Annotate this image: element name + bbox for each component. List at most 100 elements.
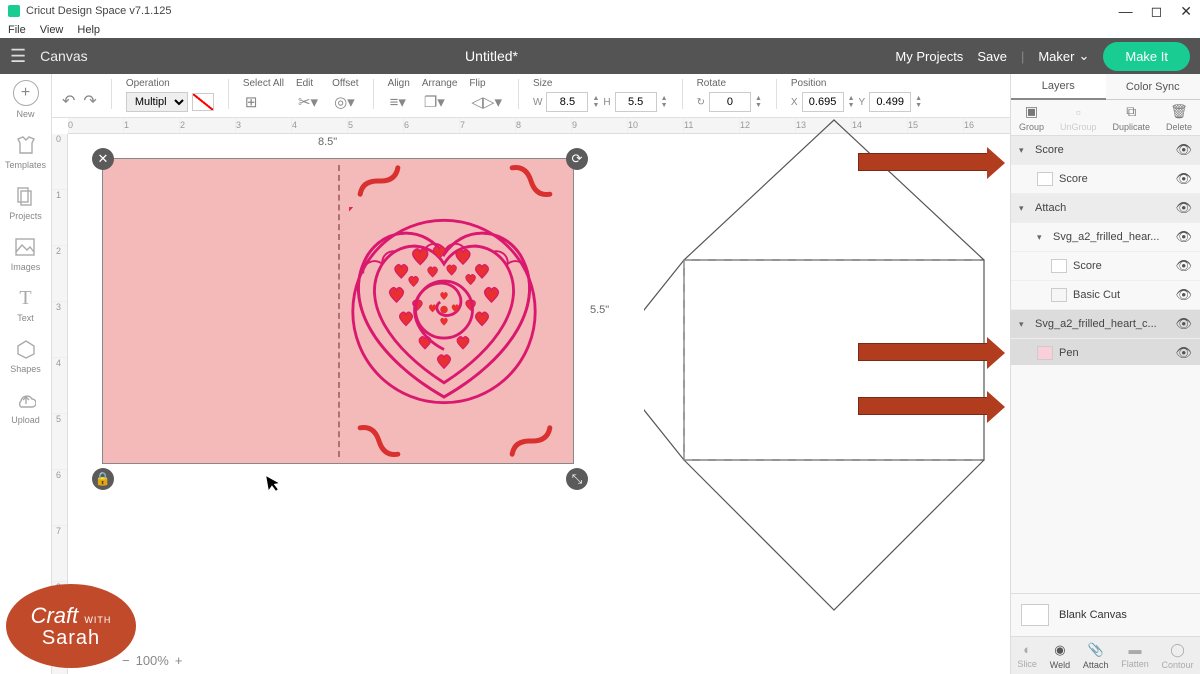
edit-button[interactable]: ✂▾: [296, 93, 320, 111]
card-object[interactable]: [102, 158, 574, 464]
close-button[interactable]: ✕: [1180, 3, 1192, 20]
menu-file[interactable]: File: [8, 24, 26, 36]
slice-button[interactable]: ◐Slice: [1017, 642, 1037, 669]
visibility-icon[interactable]: 👁: [1175, 142, 1192, 158]
property-bar: ↶ ↷ Operation Multiple Select All⊞ Edit✂…: [52, 74, 1010, 118]
visibility-icon[interactable]: 👁: [1175, 345, 1192, 361]
visibility-icon[interactable]: 👁: [1175, 258, 1192, 274]
images-icon: [13, 235, 37, 259]
minimize-button[interactable]: —: [1119, 3, 1133, 20]
rotate-handle[interactable]: ⟳: [566, 148, 588, 170]
machine-selector[interactable]: Maker⌄: [1038, 48, 1089, 64]
ruler-tick: 0: [56, 134, 61, 144]
rail-templates[interactable]: Templates: [5, 133, 46, 170]
duplicate-button[interactable]: ⧉Duplicate: [1112, 103, 1150, 132]
height-input[interactable]: [615, 92, 657, 112]
layer-row[interactable]: ▾Svg_a2_frilled_heart_c...👁: [1011, 310, 1200, 339]
rail-text[interactable]: TText: [14, 286, 38, 323]
layer-name: Basic Cut: [1073, 289, 1169, 301]
make-it-button[interactable]: Make It: [1103, 42, 1190, 71]
menu-help[interactable]: Help: [77, 24, 100, 36]
app-title: Cricut Design Space v7.1.125: [26, 5, 1119, 17]
my-projects-link[interactable]: My Projects: [895, 49, 963, 64]
hamburger-icon[interactable]: ☰: [10, 46, 26, 67]
rail-shapes[interactable]: Shapes: [10, 337, 41, 374]
save-link[interactable]: Save: [977, 49, 1007, 64]
heart-artwork[interactable]: [349, 207, 539, 407]
annotation-arrow: [858, 153, 988, 171]
annotation-arrow: [858, 397, 988, 415]
group-button[interactable]: ▣Group: [1019, 103, 1044, 132]
zoom-in-icon[interactable]: +: [175, 653, 183, 668]
layer-swatch: [1037, 172, 1053, 186]
visibility-icon[interactable]: 👁: [1175, 200, 1192, 216]
layer-row[interactable]: Pen👁: [1011, 339, 1200, 365]
chevron-down-icon: ▾: [1019, 145, 1029, 156]
canvas-area[interactable]: 012345678910111213141516 0123456789 8.5"…: [52, 118, 1010, 674]
maximize-button[interactable]: ◻: [1151, 3, 1163, 20]
operation-select[interactable]: Multiple: [126, 92, 188, 112]
rail-images[interactable]: Images: [11, 235, 41, 272]
redo-button[interactable]: ↷: [83, 91, 96, 111]
flip-button[interactable]: ◁▷▾: [469, 93, 504, 111]
rail-projects[interactable]: Projects: [9, 184, 42, 221]
delete-handle[interactable]: ✕: [92, 148, 114, 170]
layer-name: Svg_a2_frilled_heart_c...: [1035, 318, 1169, 330]
ruler-tick: 6: [56, 470, 61, 480]
rail-new[interactable]: +New: [13, 80, 39, 119]
undo-button[interactable]: ↶: [62, 91, 75, 111]
ruler-tick: 1: [124, 120, 129, 130]
contour-button[interactable]: ◯Contour: [1162, 642, 1194, 670]
slice-icon: ◐: [1023, 642, 1031, 657]
visibility-icon[interactable]: 👁: [1175, 287, 1192, 303]
lock-handle[interactable]: 🔒: [92, 468, 114, 490]
zoom-out-icon[interactable]: −: [122, 653, 130, 668]
layer-row[interactable]: Score 👁: [1011, 252, 1200, 281]
tab-color-sync[interactable]: Color Sync: [1106, 74, 1200, 100]
offset-button[interactable]: ◎▾: [332, 93, 357, 111]
arrange-button[interactable]: ❐▾: [422, 93, 447, 111]
color-swatch[interactable]: [192, 93, 214, 111]
text-icon: T: [14, 286, 38, 310]
mouse-cursor-icon: [265, 473, 283, 498]
weld-button[interactable]: ◉Weld: [1050, 642, 1070, 670]
attach-button[interactable]: 📎Attach: [1083, 642, 1109, 670]
menu-view[interactable]: View: [40, 24, 64, 36]
visibility-icon[interactable]: 👁: [1175, 171, 1192, 187]
menu-bar: File View Help: [0, 22, 1200, 38]
layer-row[interactable]: ▾Svg_a2_frilled_hear...👁: [1011, 223, 1200, 252]
visibility-icon[interactable]: 👁: [1175, 229, 1192, 245]
chevron-down-icon: ▾: [1019, 203, 1029, 214]
select-all-button[interactable]: ⊞: [243, 93, 260, 111]
corner-flourish: [505, 420, 557, 463]
layer-name: Score: [1073, 260, 1169, 272]
watermark-logo: Craft WITH Sarah: [6, 584, 136, 668]
layer-row[interactable]: Basic Cut 👁: [1011, 281, 1200, 310]
layer-row[interactable]: Score👁: [1011, 165, 1200, 194]
ungroup-button[interactable]: ▫UnGroup: [1060, 104, 1097, 132]
tab-layers[interactable]: Layers: [1011, 74, 1106, 100]
contour-icon: ◯: [1170, 642, 1185, 658]
resize-handle[interactable]: ⤡: [566, 468, 588, 490]
flatten-button[interactable]: ▬Flatten: [1121, 642, 1149, 669]
envelope-object[interactable]: [644, 118, 1010, 650]
align-button[interactable]: ≡▾: [388, 93, 408, 111]
y-input[interactable]: [869, 92, 911, 112]
ruler-tick: 5: [348, 120, 353, 130]
ruler-tick: 4: [292, 120, 297, 130]
zoom-control[interactable]: − 100% +: [122, 653, 182, 668]
layer-row[interactable]: ▾Attach👁: [1011, 194, 1200, 223]
rotate-input[interactable]: [709, 92, 751, 112]
ruler-tick: 7: [460, 120, 465, 130]
rail-upload[interactable]: Upload: [11, 388, 40, 425]
divider: |: [1021, 49, 1024, 64]
width-input[interactable]: [546, 92, 588, 112]
delete-button[interactable]: 🗑Delete: [1166, 103, 1192, 132]
x-input[interactable]: [802, 92, 844, 112]
blank-canvas-row[interactable]: Blank Canvas: [1011, 593, 1200, 636]
layer-row[interactable]: ▾Score👁: [1011, 136, 1200, 165]
document-title[interactable]: Untitled*: [88, 48, 896, 64]
chevron-down-icon: ⌄: [1078, 48, 1089, 64]
layer-swatch: [1037, 346, 1053, 360]
visibility-icon[interactable]: 👁: [1175, 316, 1192, 332]
